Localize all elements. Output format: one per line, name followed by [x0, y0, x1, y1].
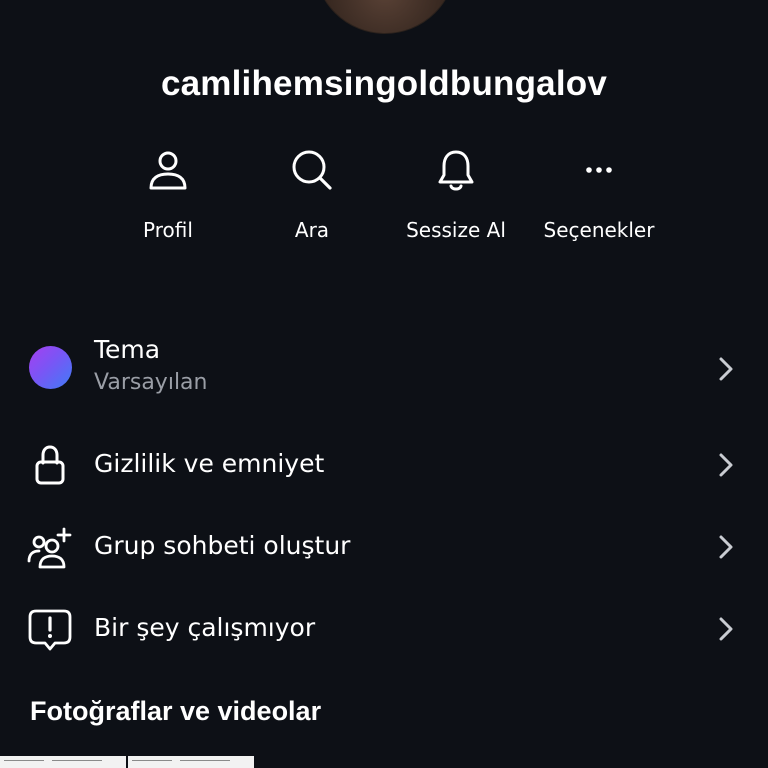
- more-icon: [586, 167, 612, 173]
- lock-icon: [26, 441, 74, 489]
- media-thumbnail[interactable]: [0, 756, 126, 768]
- profile-avatar[interactable]: [314, 0, 456, 34]
- mute-button[interactable]: Sessize Al: [384, 142, 528, 242]
- chat-details-screen: camlihemsingoldbungalov Profil Ara Sessi…: [0, 0, 768, 768]
- chevron-right-icon: [719, 453, 733, 477]
- chevron-right-icon: [719, 535, 733, 559]
- settings-row-theme[interactable]: [0, 330, 768, 400]
- search-icon: [292, 150, 332, 190]
- report-problem-icon: [26, 606, 74, 654]
- search-button[interactable]: Ara: [240, 142, 384, 242]
- settings-row-create-group[interactable]: Grup sohbeti oluştur: [0, 512, 768, 582]
- add-people-icon: [26, 525, 74, 573]
- mute-button-label: Sessize Al: [406, 218, 506, 242]
- create-group-title: Grup sohbeti oluştur: [94, 531, 351, 560]
- bell-icon: [438, 150, 474, 191]
- person-icon: [149, 151, 187, 190]
- chevron-right-icon: [719, 617, 733, 641]
- privacy-title: Gizlilik ve emniyet: [94, 449, 325, 478]
- profile-button[interactable]: Profil: [96, 142, 240, 242]
- options-button-label: Seçenekler: [543, 218, 655, 242]
- profile-username: camlihemsingoldbungalov: [160, 64, 608, 103]
- profile-button-label: Profil: [143, 218, 193, 242]
- options-button[interactable]: Seçenekler: [527, 142, 671, 242]
- media-thumbnail[interactable]: [128, 756, 254, 768]
- theme-gradient-dot: [29, 346, 72, 389]
- settings-row-privacy[interactable]: Gizlilik ve emniyet: [0, 430, 768, 500]
- report-problem-title: Bir şey çalışmıyor: [94, 613, 316, 642]
- media-section-title: Fotoğraflar ve videolar: [30, 696, 322, 726]
- settings-row-report-problem[interactable]: Bir şey çalışmıyor: [0, 594, 768, 664]
- search-button-label: Ara: [294, 218, 330, 242]
